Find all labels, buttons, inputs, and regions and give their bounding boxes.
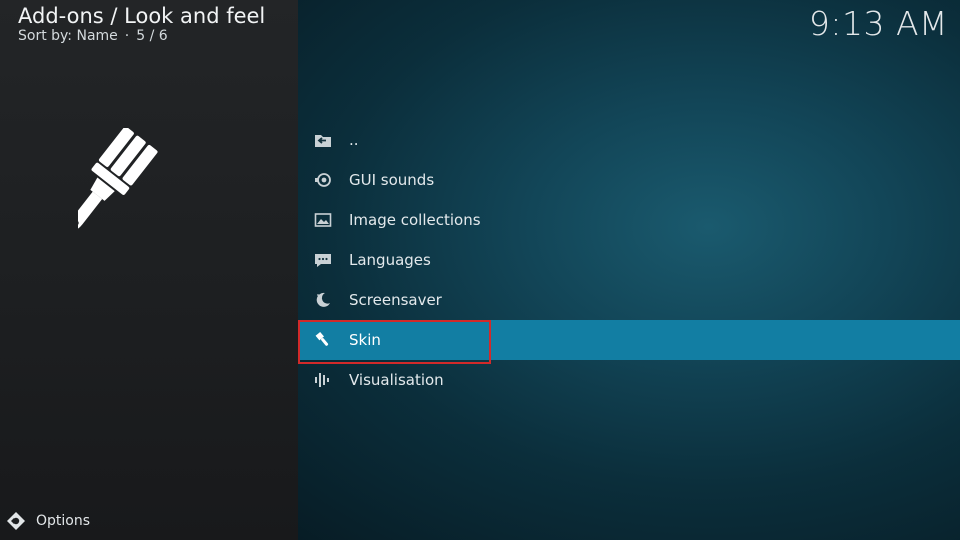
- list-item-label: Visualisation: [349, 371, 444, 389]
- list-item-label: GUI sounds: [349, 171, 435, 189]
- addon-category-list: .. GUI sounds Image collections Language…: [298, 120, 960, 400]
- list-item-label: ..: [349, 131, 359, 149]
- list-item-screensaver[interactable]: Screensaver: [298, 280, 960, 320]
- image-icon: [313, 210, 333, 230]
- moon-icon: [313, 290, 333, 310]
- clock: 9:13 AM: [808, 4, 948, 43]
- paintbrush-icon: [313, 330, 333, 350]
- back-folder-icon: [313, 130, 333, 150]
- paintbrush-icon: [69, 126, 218, 248]
- list-item-parent[interactable]: ..: [298, 120, 960, 160]
- list-item-image-collections[interactable]: Image collections: [298, 200, 960, 240]
- list-item-languages[interactable]: Languages: [298, 240, 960, 280]
- separator: ·: [124, 28, 130, 44]
- speaker-icon: [313, 170, 333, 190]
- list-item-label: Screensaver: [349, 291, 442, 309]
- sort-label[interactable]: Sort by: Name: [18, 28, 118, 44]
- item-position: 5 / 6: [136, 28, 168, 44]
- list-item-label: Skin: [349, 331, 381, 349]
- page-title: Add-ons / Look and feel: [18, 4, 266, 28]
- list-item-label: Languages: [349, 251, 431, 269]
- options-button[interactable]: Options: [6, 511, 90, 531]
- list-item-label: Image collections: [349, 211, 481, 229]
- list-item-visualisation[interactable]: Visualisation: [298, 360, 960, 400]
- left-panel: [0, 0, 298, 540]
- speech-bubble-icon: [313, 250, 333, 270]
- list-item-gui-sounds[interactable]: GUI sounds: [298, 160, 960, 200]
- options-label: Options: [36, 513, 91, 529]
- options-icon: [6, 511, 26, 531]
- sort-info: Sort by: Name · 5 / 6: [18, 28, 168, 44]
- list-item-skin[interactable]: Skin: [298, 320, 960, 364]
- equalizer-icon: [313, 370, 333, 390]
